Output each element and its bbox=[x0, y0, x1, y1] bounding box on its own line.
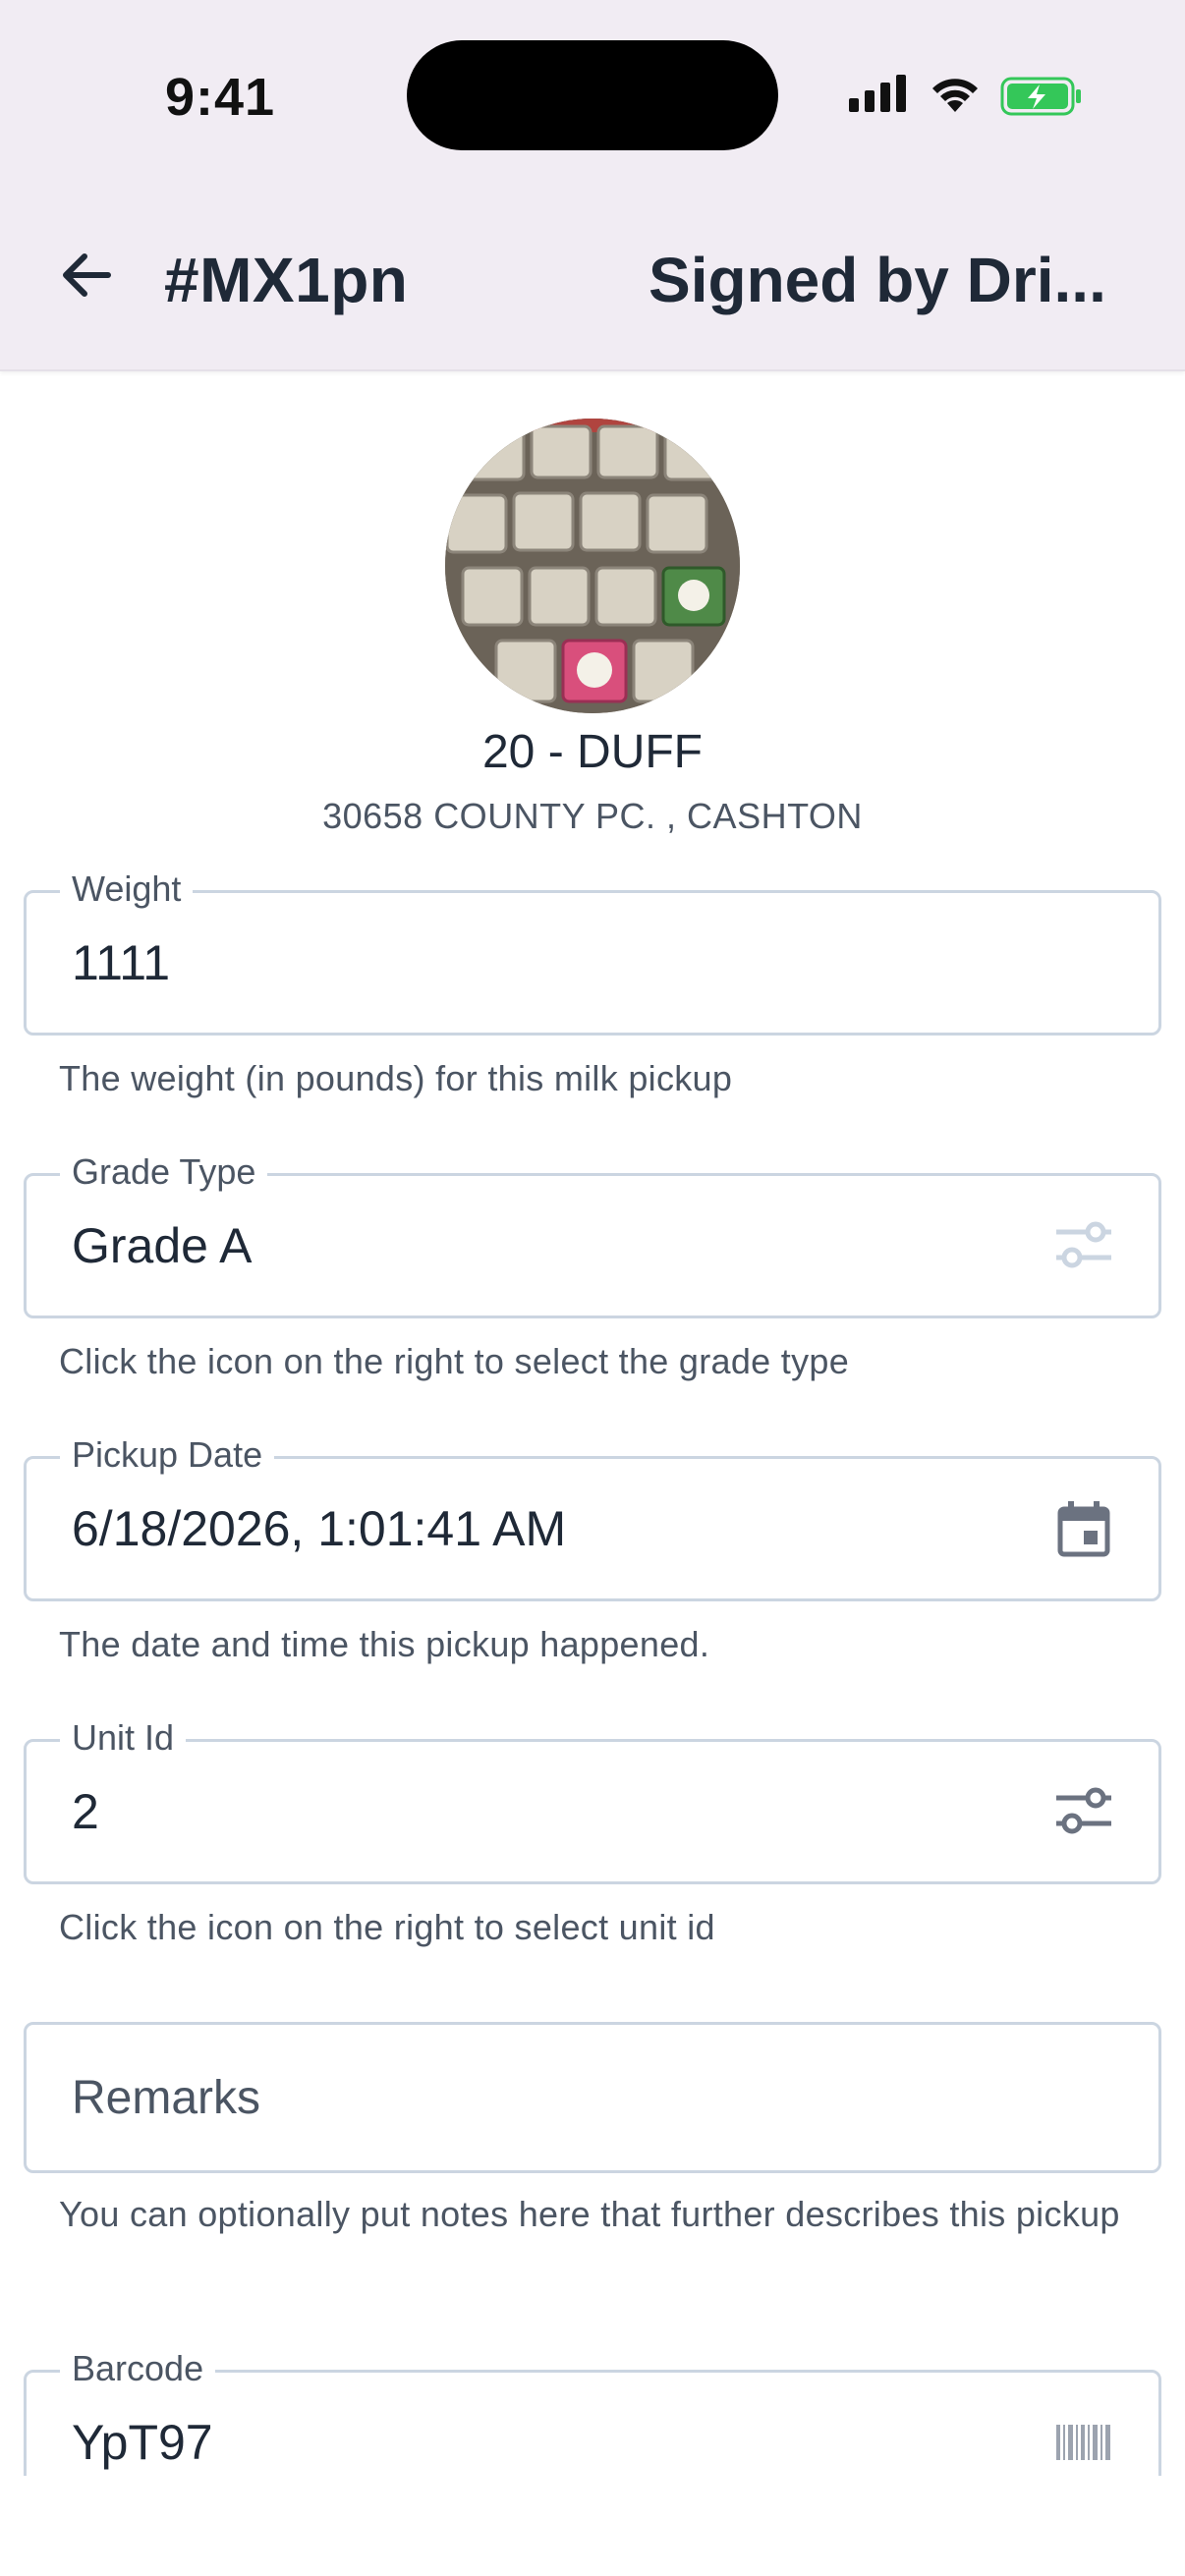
remarks-helper: You can optionally put notes here that f… bbox=[59, 2194, 1120, 2234]
farm-name: 20 - DUFF bbox=[481, 726, 703, 778]
dynamic-island bbox=[407, 40, 778, 150]
app-header: 9:41 #MX1pn Signed by Dri... bbox=[0, 0, 1185, 371]
pickup-date-helper: The date and time this pickup happened. bbox=[59, 1624, 710, 1664]
weight-helper: The weight (in pounds) for this milk pic… bbox=[59, 1058, 733, 1098]
battery-charging-icon bbox=[1000, 77, 1081, 116]
weight-value: 1111 bbox=[72, 935, 171, 990]
status-time: 9:41 bbox=[165, 68, 276, 127]
page-title: #MX1pn bbox=[164, 245, 409, 315]
unit-id-helper: Click the icon on the right to select un… bbox=[59, 1907, 715, 1947]
pickup-date-value: 6/18/2026, 1:01:41 AM bbox=[72, 1501, 567, 1556]
back-button[interactable] bbox=[51, 240, 122, 310]
tune-icon[interactable] bbox=[1052, 1780, 1115, 1843]
calendar-icon[interactable] bbox=[1052, 1497, 1115, 1560]
barcode-value: YpT97 bbox=[72, 2415, 213, 2470]
signature-status[interactable]: Signed by Dri... bbox=[649, 244, 1140, 316]
farm-address: 30658 COUNTY PC. , CASHTON bbox=[322, 796, 863, 836]
unit-id-value: 2 bbox=[72, 1784, 99, 1839]
cellular-signal-icon bbox=[847, 73, 916, 120]
tune-icon[interactable] bbox=[1052, 1214, 1115, 1277]
barcode-icon[interactable] bbox=[1052, 2411, 1115, 2474]
weight-field[interactable]: Weight 1111 bbox=[24, 866, 1161, 1036]
grade-type-helper: Click the icon on the right to select th… bbox=[59, 1341, 850, 1381]
farm-avatar bbox=[445, 419, 740, 713]
status-icons bbox=[847, 73, 1083, 120]
unit-id-field[interactable]: Unit Id 2 bbox=[24, 1714, 1161, 1884]
arrow-left-icon bbox=[63, 253, 111, 297]
remarks-placeholder: Remarks bbox=[72, 2071, 261, 2124]
barcode-clip: Barcode YpT97 bbox=[0, 2338, 1185, 2476]
grade-type-field[interactable]: Grade Type Grade A bbox=[24, 1148, 1161, 1318]
grade-type-value: Grade A bbox=[72, 1218, 253, 1273]
pickup-date-field[interactable]: Pickup Date 6/18/2026, 1:01:41 AM bbox=[24, 1431, 1161, 1601]
barcode-field[interactable]: Barcode YpT97 bbox=[24, 2345, 1161, 2476]
wifi-icon bbox=[932, 79, 978, 112]
remarks-field[interactable]: Remarks bbox=[24, 2022, 1161, 2173]
